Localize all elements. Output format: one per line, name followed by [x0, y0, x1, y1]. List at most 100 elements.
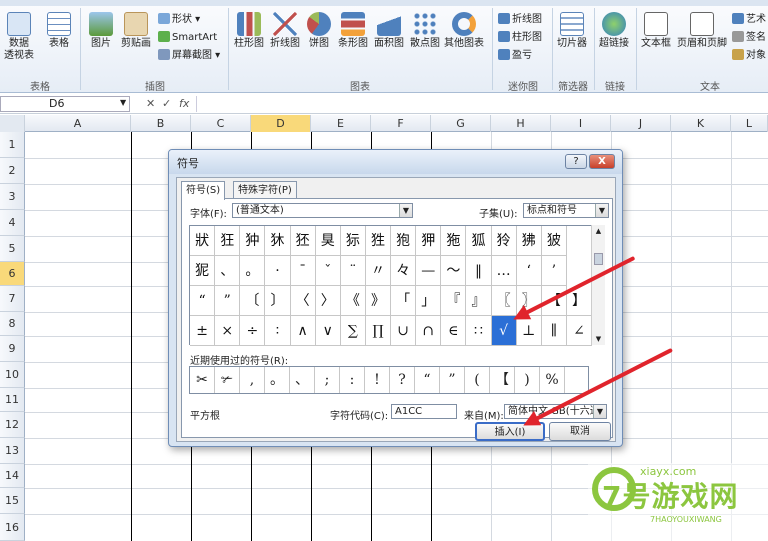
symbol-cell[interactable]: ∶ [265, 316, 291, 346]
column-header-g[interactable]: G [431, 115, 491, 132]
object-button[interactable]: 对象 [732, 49, 766, 62]
symbol-cell[interactable]: 》 [365, 286, 391, 316]
slicer-button[interactable]: 切片器 [554, 12, 590, 50]
symbol-cell[interactable]: 。 [240, 256, 266, 286]
symbol-cell[interactable]: 〃 [365, 256, 391, 286]
scroll-down-icon[interactable]: ▼ [592, 333, 605, 345]
column-header-a[interactable]: A [25, 115, 131, 132]
recent-symbol-cell[interactable]: ✂ [190, 367, 215, 393]
symbol-cell[interactable]: 狊 [315, 226, 341, 256]
symbol-cell[interactable]: 狋 [340, 226, 366, 256]
recent-symbol-cell[interactable]: ! [365, 367, 390, 393]
symbol-cell[interactable]: “ [190, 286, 216, 316]
recent-symbol-cell[interactable]: ) [515, 367, 540, 393]
symbol-cell[interactable]: ‖ [466, 256, 492, 286]
symbol-cell[interactable]: ± [190, 316, 216, 346]
textbox-button[interactable]: 文本框 [638, 12, 674, 50]
scroll-thumb[interactable] [594, 253, 603, 265]
clipart-button[interactable]: 剪贴画 [118, 12, 154, 50]
symbol-cell[interactable]: × [215, 316, 241, 346]
bar-chart-button[interactable]: 条形图 [336, 12, 370, 50]
signature-button[interactable]: 签名 [732, 31, 766, 44]
insert-function-icon[interactable]: fx [179, 97, 189, 110]
row-header-14[interactable]: 14 [0, 464, 25, 488]
cancel-button[interactable]: 取消 [549, 422, 611, 441]
row-header-12[interactable]: 12 [0, 412, 25, 438]
symbol-cell-selected[interactable]: √ [491, 316, 517, 346]
symbol-cell[interactable]: ∩ [416, 316, 442, 346]
select-all-corner[interactable] [0, 115, 25, 132]
row-header-16[interactable]: 16 [0, 514, 25, 541]
tab-symbols[interactable]: 符号(S) [181, 181, 226, 200]
cancel-formula-icon[interactable]: ✕ [146, 97, 155, 110]
symbol-cell[interactable]: 狏 [441, 226, 467, 256]
column-header-k[interactable]: K [671, 115, 731, 132]
symbol-cell[interactable]: — [416, 256, 442, 286]
symbol-cell[interactable]: ∪ [391, 316, 417, 346]
recent-symbol-cell[interactable]: % [540, 367, 565, 393]
char-code-input[interactable]: A1CC [391, 404, 457, 419]
row-header-13[interactable]: 13 [0, 438, 25, 464]
column-header-d[interactable]: D [251, 115, 311, 132]
font-select[interactable]: (普通文本) ▼ [232, 203, 413, 218]
symbol-cell[interactable]: 狔 [190, 256, 216, 286]
row-header-8[interactable]: 8 [0, 312, 25, 336]
row-header-9[interactable]: 9 [0, 336, 25, 362]
row-header-15[interactable]: 15 [0, 488, 25, 514]
recent-symbol-cell[interactable]: 、 [290, 367, 315, 393]
enter-formula-icon[interactable]: ✓ [162, 97, 171, 110]
symbol-cell[interactable]: ∨ [315, 316, 341, 346]
symbol-cell[interactable]: ∠ [566, 316, 592, 346]
symbol-cell[interactable]: ～ [441, 256, 467, 286]
column-header-b[interactable]: B [131, 115, 191, 132]
picture-button[interactable]: 图片 [86, 12, 116, 50]
recent-symbol-cell[interactable]: , [240, 367, 265, 393]
symbol-cell[interactable]: ˉ [290, 256, 316, 286]
symbol-cell[interactable]: ∥ [541, 316, 567, 346]
symbol-cell[interactable]: ¨ [340, 256, 366, 286]
line-chart-button[interactable]: 折线图 [268, 12, 302, 50]
header-footer-button[interactable]: 页眉和页脚 [676, 12, 728, 50]
row-header-7[interactable]: 7 [0, 286, 25, 312]
screenshot-button[interactable]: 屏幕截图 ▾ [158, 49, 220, 62]
scroll-up-icon[interactable]: ▲ [592, 225, 605, 237]
dialog-titlebar[interactable]: 符号 ? X [169, 150, 622, 174]
recent-symbol-cell[interactable]: ” [440, 367, 465, 393]
symbol-grid-scrollbar[interactable]: ▲ ▼ [591, 225, 605, 345]
symbol-cell[interactable]: 狆 [240, 226, 266, 256]
subset-select[interactable]: 标点和符号 ▼ [523, 203, 609, 218]
symbol-cell[interactable]: ∑ [340, 316, 366, 346]
symbol-cell[interactable]: 」 [416, 286, 442, 316]
symbol-cell[interactable]: ’ [541, 256, 567, 286]
recent-symbol-cell[interactable]: 。 [265, 367, 290, 393]
symbol-cell[interactable]: 〈 [290, 286, 316, 316]
recent-symbol-cell[interactable]: : [340, 367, 365, 393]
symbol-cell[interactable]: 々 [391, 256, 417, 286]
symbol-cell[interactable]: 、 [215, 256, 241, 286]
symbol-cell[interactable]: · [265, 256, 291, 286]
symbol-cell[interactable]: 狎 [416, 226, 442, 256]
row-header-10[interactable]: 10 [0, 362, 25, 388]
symbol-cell[interactable]: … [491, 256, 517, 286]
symbol-cell[interactable]: 《 [340, 286, 366, 316]
formula-input[interactable] [196, 96, 768, 112]
column-header-l[interactable]: L [731, 115, 768, 132]
symbol-cell[interactable]: ” [215, 286, 241, 316]
symbol-cell[interactable]: 狓 [541, 226, 567, 256]
symbol-cell[interactable]: ÷ [240, 316, 266, 346]
symbol-cell[interactable]: ∏ [365, 316, 391, 346]
recent-symbol-cell[interactable]: ✃ [215, 367, 240, 393]
symbol-cell[interactable]: 狍 [391, 226, 417, 256]
sparkline-line-button[interactable]: 折线图 [498, 13, 542, 26]
column-header-i[interactable]: I [551, 115, 611, 132]
symbol-cell[interactable]: 狐 [466, 226, 492, 256]
row-header-1[interactable]: 1 [0, 132, 25, 158]
tab-special-characters[interactable]: 特殊字符(P) [233, 181, 297, 199]
recent-symbol-cell[interactable]: ? [390, 367, 415, 393]
help-button[interactable]: ? [565, 154, 587, 169]
row-header-5[interactable]: 5 [0, 236, 25, 262]
name-box-dropdown-icon[interactable]: ▼ [120, 98, 126, 107]
symbol-cell[interactable]: 狑 [491, 226, 517, 256]
column-header-f[interactable]: F [371, 115, 431, 132]
symbol-cell[interactable]: 狉 [290, 226, 316, 256]
